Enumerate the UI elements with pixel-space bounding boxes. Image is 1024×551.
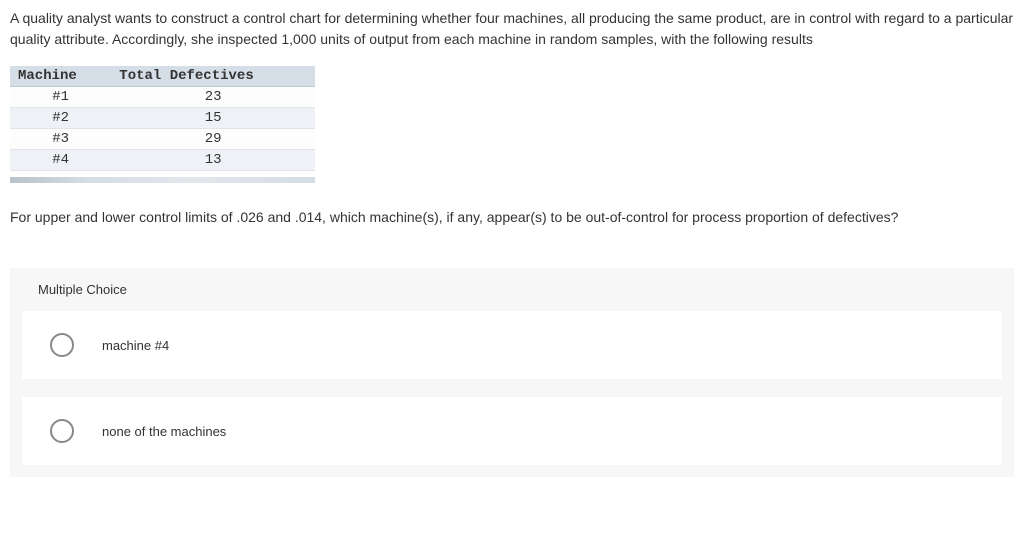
cell-defectives: 23 <box>111 87 315 108</box>
radio-icon[interactable] <box>50 419 74 443</box>
intro-text: A quality analyst wants to construct a c… <box>10 8 1014 50</box>
table-header-machine: Machine <box>10 66 111 87</box>
multiple-choice-options: machine #4 none of the machines <box>10 311 1014 477</box>
table-row: #4 13 <box>10 150 315 171</box>
table-row: #3 29 <box>10 129 315 150</box>
table-row: #2 15 <box>10 108 315 129</box>
cell-machine: #1 <box>10 87 111 108</box>
mc-option-label: machine #4 <box>102 338 169 353</box>
mc-option[interactable]: none of the machines <box>22 397 1002 465</box>
cell-defectives: 13 <box>111 150 315 171</box>
multiple-choice-heading: Multiple Choice <box>10 268 1014 311</box>
mc-option[interactable]: machine #4 <box>22 311 1002 379</box>
mc-option-label: none of the machines <box>102 424 226 439</box>
radio-icon[interactable] <box>50 333 74 357</box>
defectives-table: Machine Total Defectives #1 23 #2 15 #3 … <box>10 66 315 171</box>
table-footer-bar <box>10 177 315 183</box>
cell-machine: #2 <box>10 108 111 129</box>
question-text: For upper and lower control limits of .0… <box>10 207 1014 228</box>
cell-machine: #3 <box>10 129 111 150</box>
cell-machine: #4 <box>10 150 111 171</box>
cell-defectives: 29 <box>111 129 315 150</box>
cell-defectives: 15 <box>111 108 315 129</box>
table-row: #1 23 <box>10 87 315 108</box>
table-header-defectives: Total Defectives <box>111 66 315 87</box>
multiple-choice-container: Multiple Choice machine #4 none of the m… <box>10 268 1014 477</box>
